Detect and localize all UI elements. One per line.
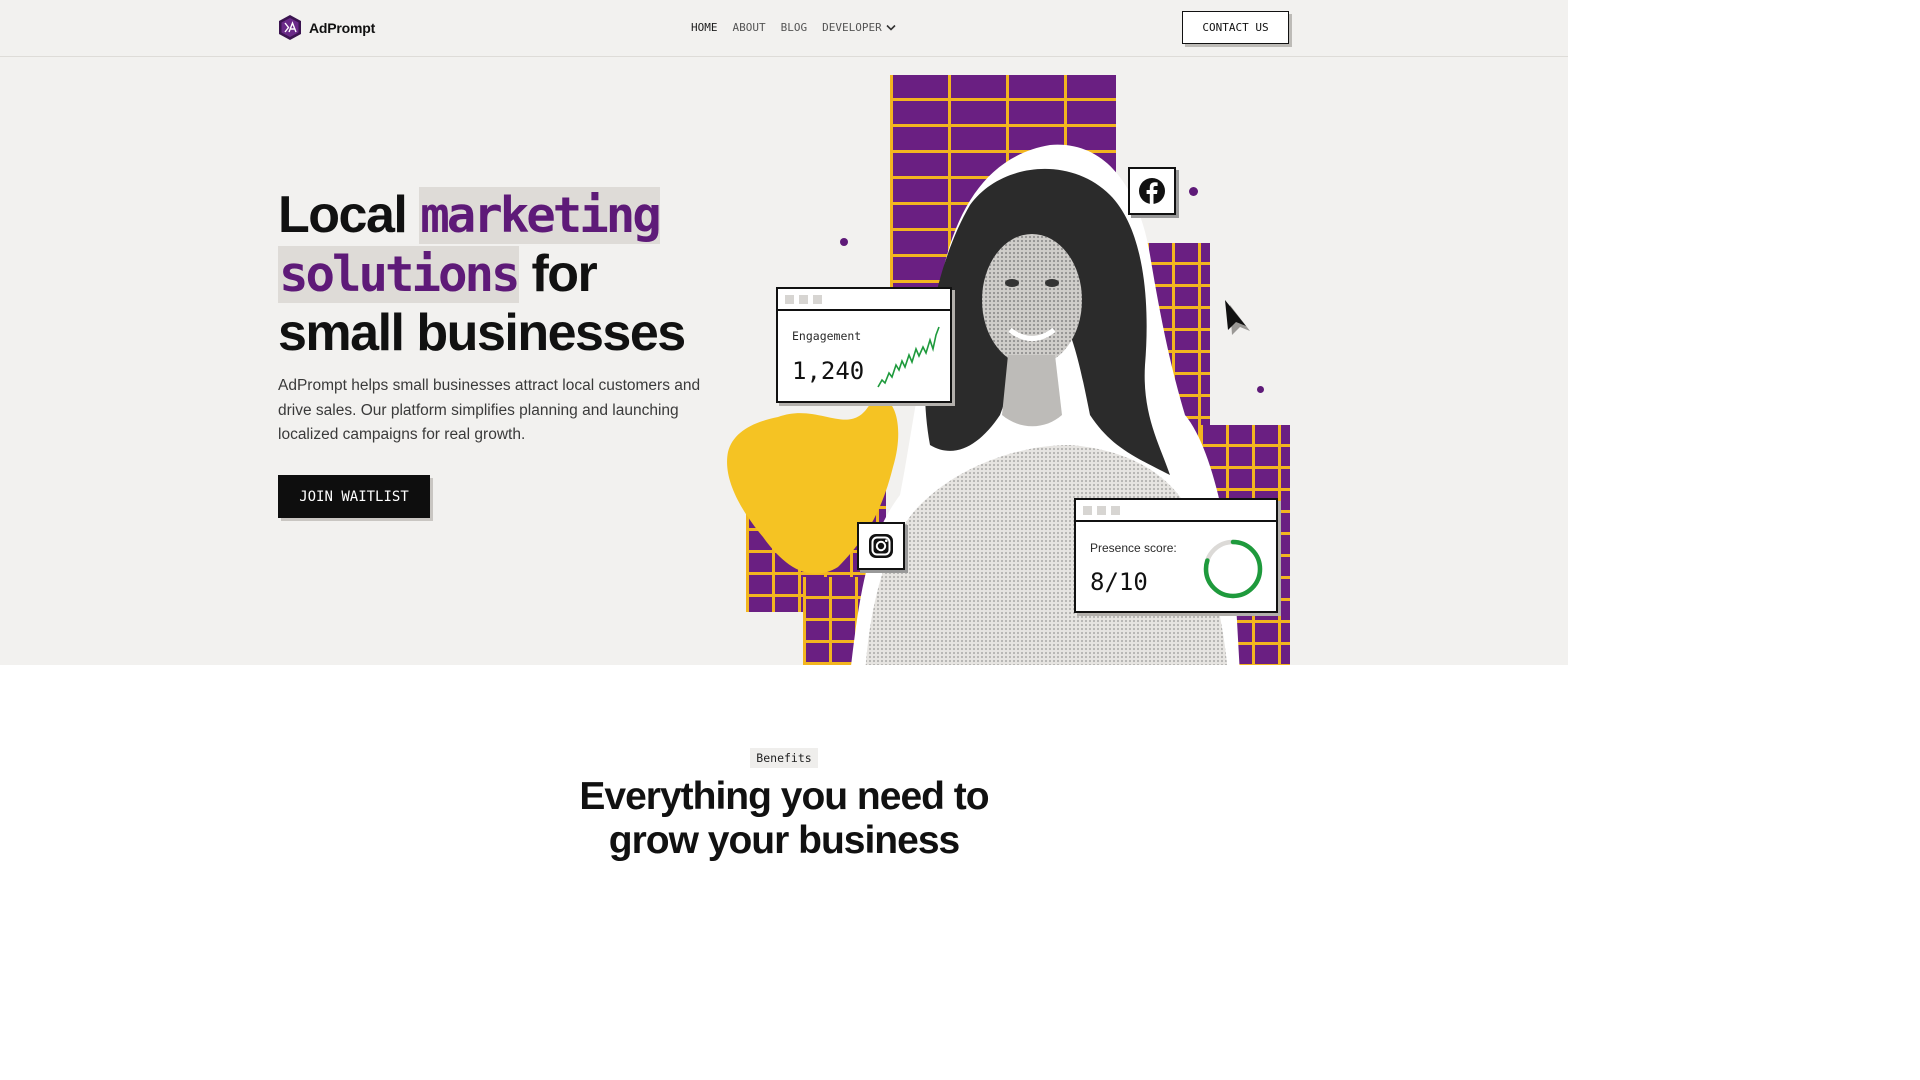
decorative-dot [1189,187,1198,196]
headline-text-for: for [518,245,597,303]
nav-link-developer-label: DEVELOPER [822,20,882,34]
instagram-badge[interactable] [857,522,905,570]
decorative-dot [1257,386,1264,393]
engagement-sparkline [877,326,940,388]
decorative-dot [840,238,848,246]
benefits-title-line-1: Everything you need to [579,775,989,818]
contact-us-button[interactable]: CONTACT US [1182,11,1289,44]
adprompt-logo-icon [279,15,301,40]
engagement-card: Engagement 1,240 [776,287,952,403]
hero-section: Local marketing solutions for small busi… [0,57,1568,665]
facebook-icon [1139,178,1165,204]
benefits-badge: Benefits [750,748,818,768]
benefits-section: Benefits Everything you need to grow you… [0,665,1568,882]
headline-highlight-marketing: marketing [419,187,662,244]
nav-link-blog[interactable]: BLOG [781,21,808,34]
facebook-badge[interactable] [1128,167,1176,215]
nav-links: HOME ABOUT BLOG DEVELOPER [691,21,911,34]
hero-subtitle: AdPrompt helps small businesses attract … [278,377,701,443]
benefits-title-line-2: grow your business [608,819,960,862]
headline-text-local: Local [278,186,420,244]
nav-link-about[interactable]: ABOUT [733,21,766,34]
benefits-title: Everything you need to grow your busines… [484,775,1084,863]
join-waitlist-button[interactable]: JOIN WAITLIST [278,475,430,518]
chevron-down-icon [886,24,896,31]
presence-value: 8/10 [1090,568,1148,596]
top-navigation: AdPrompt HOME ABOUT BLOG DEVELOPER CONTA… [0,0,1568,57]
window-controls [1076,500,1276,522]
headline-highlight-solutions: solutions [278,246,521,303]
logo[interactable]: AdPrompt [278,14,375,41]
mouse-pointer-icon [1225,300,1250,335]
headline-text-small-businesses: small businesses [278,304,686,362]
hero-illustration: Engagement 1,240 Presence score: 8/10 [700,57,1300,665]
engagement-label: Engagement [792,329,862,343]
nav-link-home[interactable]: HOME [691,21,718,34]
engagement-value: 1,240 [792,357,865,385]
presence-ring-chart [1203,539,1263,599]
nav-link-developer[interactable]: DEVELOPER [822,20,896,34]
instagram-icon [869,534,893,558]
hero-headline: Local marketing solutions for small busi… [278,186,758,362]
window-controls [778,289,950,311]
presence-score-card: Presence score: 8/10 [1074,498,1278,613]
presence-label: Presence score: [1090,541,1177,555]
logo-text: AdPrompt [309,19,376,36]
